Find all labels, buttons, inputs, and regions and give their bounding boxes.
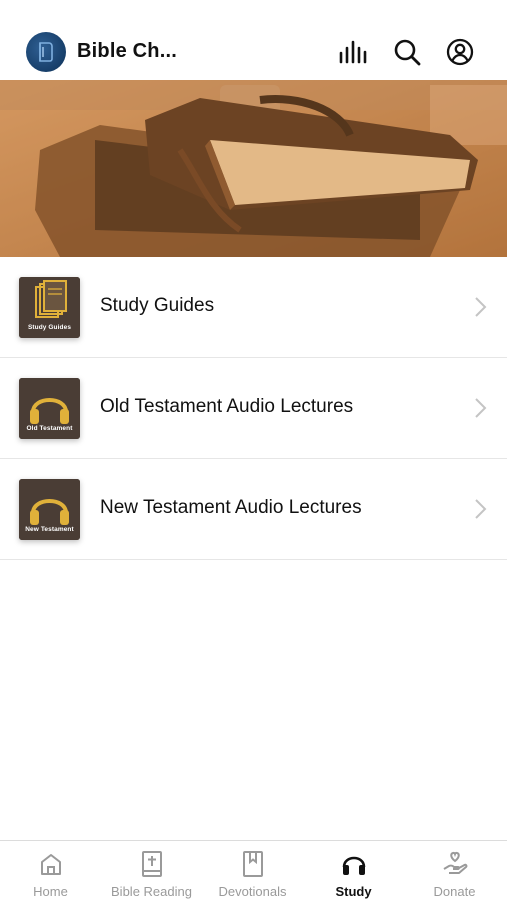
tab-bible-reading[interactable]: Bible Reading	[101, 841, 202, 901]
list-item-label: Old Testament Audio Lectures	[100, 396, 354, 417]
donate-hand-icon	[440, 850, 470, 878]
home-icon	[36, 850, 66, 878]
hero-banner-image	[0, 80, 507, 257]
thumbnail-caption: Study Guides	[27, 324, 72, 331]
chevron-right-icon	[475, 499, 487, 519]
study-list: Study Guides Study Guides Old Testament …	[0, 257, 507, 560]
old-testament-thumbnail: Old Testament	[19, 378, 80, 439]
app-title: Bible Ch...	[77, 40, 177, 62]
bible-logo-icon	[39, 42, 53, 62]
tab-devotionals[interactable]: Devotionals	[202, 841, 303, 901]
search-icon[interactable]	[391, 36, 423, 68]
tab-label: Home	[33, 884, 68, 899]
list-item-label: New Testament Audio Lectures	[100, 497, 362, 518]
list-item-new-testament-lectures[interactable]: New Testament New Testament Audio Lectur…	[0, 459, 507, 560]
app-header: Bible Ch...	[0, 22, 507, 80]
tab-study[interactable]: Study	[303, 841, 404, 901]
app-logo[interactable]	[26, 32, 66, 72]
chevron-right-icon	[475, 297, 487, 317]
equalizer-icon[interactable]	[337, 36, 369, 68]
thumbnail-caption: Old Testament	[26, 425, 73, 432]
tab-label: Bible Reading	[111, 884, 192, 899]
list-item-old-testament-lectures[interactable]: Old Testament Old Testament Audio Lectur…	[0, 358, 507, 459]
list-item-study-guides[interactable]: Study Guides Study Guides	[0, 257, 507, 358]
new-testament-thumbnail: New Testament	[19, 479, 80, 540]
tab-donate[interactable]: Donate	[404, 841, 505, 901]
bottom-tab-bar: Home Bible Reading Devotionals Study Don…	[0, 840, 507, 901]
study-guides-thumbnail: Study Guides	[19, 277, 80, 338]
chevron-right-icon	[475, 398, 487, 418]
list-item-label: Study Guides	[100, 295, 215, 316]
tab-label: Study	[335, 884, 372, 899]
status-bar	[0, 0, 507, 22]
tab-home[interactable]: Home	[0, 841, 101, 901]
bookmark-book-icon	[238, 850, 268, 878]
bible-icon	[137, 850, 167, 878]
tab-label: Devotionals	[218, 884, 287, 899]
headphones-icon	[339, 850, 369, 878]
account-icon[interactable]	[444, 36, 476, 68]
thumbnail-caption: New Testament	[25, 526, 74, 533]
tab-label: Donate	[433, 884, 476, 899]
